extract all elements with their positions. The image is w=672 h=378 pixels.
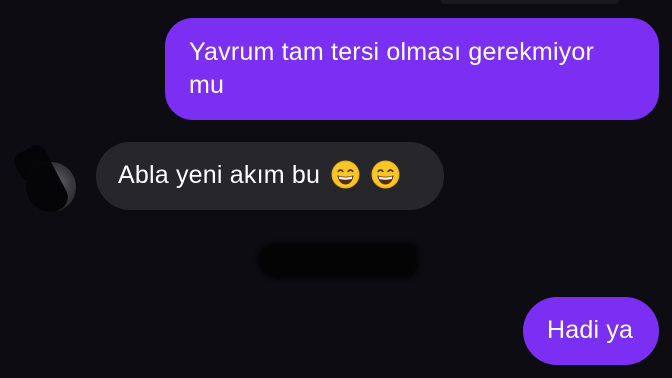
message-text: Yavrum tam tersi olması gerekmiyor mu [189, 38, 595, 99]
previous-message-edge [440, 0, 620, 4]
outgoing-message-bubble[interactable]: Hadi ya [523, 297, 659, 365]
message-text: Hadi ya [547, 316, 634, 344]
outgoing-message-bubble[interactable]: Yavrum tam tersi olması gerekmiyor mu [165, 18, 659, 120]
grinning-face-emoji-icon [331, 160, 360, 189]
incoming-message-bubble[interactable]: Abla yeni akım bu [96, 142, 444, 210]
grinning-face-emoji-icon [371, 160, 400, 189]
avatar[interactable] [26, 162, 76, 212]
message-text: Abla yeni akım bu [118, 161, 321, 189]
redacted-content [258, 243, 418, 279]
chat-thread: Yavrum tam tersi olması gerekmiyor mu Ab… [0, 0, 672, 378]
avatar-redaction-scribble [26, 162, 73, 212]
